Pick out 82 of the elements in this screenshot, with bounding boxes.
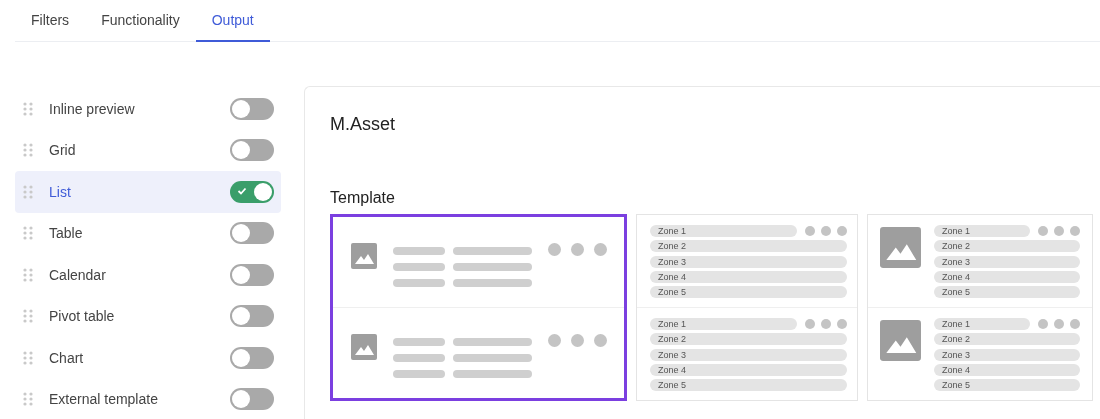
dot-icon [1070, 319, 1080, 329]
dot-icon [594, 243, 607, 256]
zone-placeholder: Zone 4 [650, 270, 847, 283]
text-placeholder-bar [393, 279, 445, 287]
zone-placeholder: Zone 1 [934, 318, 1030, 330]
view-label: Inline preview [49, 100, 136, 117]
drag-handle-icon[interactable] [23, 267, 33, 282]
dot-icon [571, 334, 584, 347]
template-option[interactable]: Zone 1 Zone 2 Zone 3 Zone 4 Zone 5 Zone 1 Zone 2 Zone 3 Zone 4 Zone 5 [636, 214, 858, 401]
zone-placeholder: Zone 2 [650, 240, 847, 253]
tab[interactable]: Output [195, 0, 270, 42]
tab[interactable]: Functionality [85, 0, 196, 42]
zone-placeholder: Zone 2 [934, 240, 1080, 253]
dot-icon [1054, 226, 1064, 236]
template-option[interactable] [330, 214, 627, 401]
zone-placeholder: Zone 1 [650, 225, 797, 237]
zone-placeholder: Zone 2 [650, 333, 847, 346]
text-placeholder-bar [393, 338, 445, 346]
dot-icon [837, 226, 847, 236]
dot-icon [805, 226, 815, 236]
toggle-switch[interactable] [230, 180, 274, 203]
dot-icon [594, 334, 607, 347]
view-label: Grid [49, 142, 77, 159]
toggle-switch[interactable] [230, 346, 274, 369]
text-placeholder-bar [393, 263, 445, 271]
zone-placeholder: Zone 3 [650, 255, 847, 268]
toggle-switch[interactable] [230, 139, 274, 162]
dot-icon [548, 243, 561, 256]
zone-placeholder: Zone 1 [650, 318, 797, 330]
dot-icon [821, 319, 831, 329]
toggle-switch[interactable] [230, 222, 274, 245]
dot-icon [1054, 319, 1064, 329]
drag-handle-icon[interactable] [23, 350, 33, 365]
drag-handle-icon[interactable] [23, 101, 33, 116]
zone-placeholder: Zone 2 [934, 333, 1080, 346]
text-placeholder-bar [393, 247, 445, 255]
zone-placeholder: Zone 1 [934, 225, 1030, 237]
zone-placeholder: Zone 3 [934, 348, 1080, 361]
toggle-switch[interactable] [230, 305, 274, 328]
view-label: Chart [49, 349, 85, 366]
toggle-switch[interactable] [230, 263, 274, 286]
toggle-switch[interactable] [230, 97, 274, 120]
drag-handle-icon[interactable] [23, 309, 33, 324]
text-placeholder-bar [393, 370, 445, 378]
tab[interactable]: Filters [15, 0, 86, 42]
dot-icon [1070, 226, 1080, 236]
drag-handle-icon[interactable] [23, 392, 33, 407]
zone-placeholder: Zone 4 [934, 363, 1080, 376]
view-label: External template [49, 391, 159, 408]
text-placeholder-bar [393, 354, 445, 362]
dot-icon [548, 334, 561, 347]
zone-placeholder: Zone 3 [650, 348, 847, 361]
dot-icon [571, 243, 584, 256]
image-placeholder-icon [351, 243, 377, 269]
image-placeholder-icon [351, 334, 377, 360]
zone-placeholder: Zone 3 [934, 255, 1080, 268]
view-label: List [49, 183, 72, 200]
dot-icon [821, 226, 831, 236]
selected-row-background[interactable]: List [15, 171, 281, 213]
panel-title: M.Asset [330, 113, 396, 136]
dot-icon [837, 319, 847, 329]
view-label: Pivot table [49, 308, 116, 325]
section-heading: Template [330, 188, 396, 208]
image-placeholder-icon [880, 227, 921, 268]
zone-placeholder: Zone 5 [650, 379, 847, 392]
dot-icon [805, 319, 815, 329]
zone-placeholder: Zone 4 [934, 270, 1080, 283]
drag-handle-icon[interactable] [23, 143, 33, 158]
template-option[interactable]: Zone 1 Zone 2 Zone 3 Zone 4 Zone 5 Zone 1 Zone 2 Zone 3 Zone 4 Zone 5 [867, 214, 1093, 401]
drag-handle-icon[interactable] [23, 184, 33, 199]
view-label: Table [49, 225, 84, 242]
drag-handle-icon[interactable] [23, 226, 33, 241]
zone-placeholder: Zone 5 [934, 286, 1080, 299]
zone-placeholder: Zone 5 [934, 379, 1080, 392]
zone-placeholder: Zone 5 [650, 286, 847, 299]
zone-placeholder: Zone 4 [650, 363, 847, 376]
image-placeholder-icon [880, 320, 921, 361]
dot-icon [1038, 226, 1048, 236]
view-label: Calendar [49, 266, 107, 283]
toggle-switch[interactable] [230, 388, 274, 411]
check-icon [237, 185, 247, 196]
dot-icon [1038, 319, 1048, 329]
